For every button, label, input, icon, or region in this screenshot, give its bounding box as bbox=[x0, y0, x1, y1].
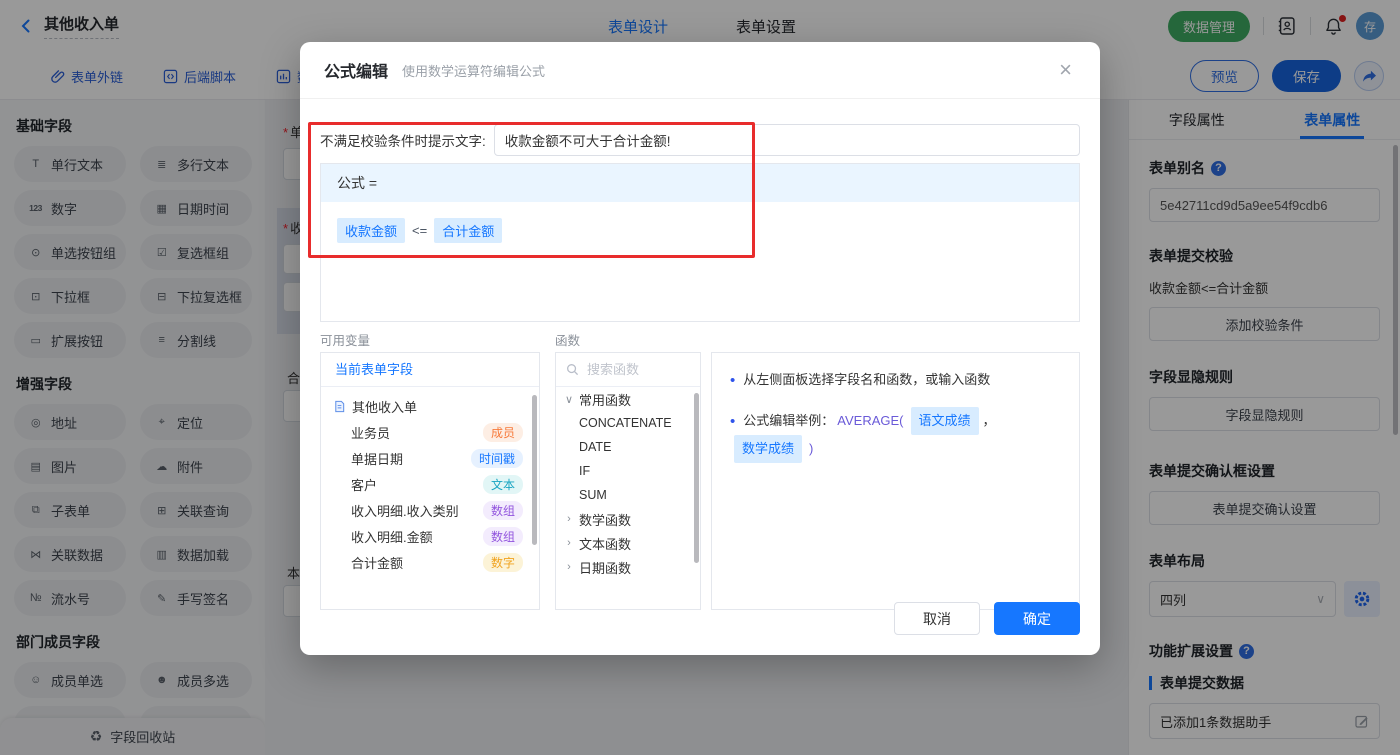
type-badge: 数字 bbox=[482, 552, 523, 572]
variable-name: 合计金额 bbox=[351, 555, 404, 571]
variables-panel: 当前表单字段 其他收入单 业务员 成员 单据日期 时间戳 客户 文本 收入明细.收入类… bbox=[320, 352, 540, 610]
function-group-label: 文本函数 bbox=[579, 536, 632, 552]
function-search-input[interactable] bbox=[585, 361, 673, 378]
example-close-paren: ) bbox=[809, 441, 814, 457]
variables-tree: 其他收入单 业务员 成员 单据日期 时间戳 客户 文本 收入明细.收入类别 数组 收入明… bbox=[321, 387, 539, 575]
variable-row[interactable]: 合计金额 数字 bbox=[321, 549, 539, 575]
variable-name: 客户 bbox=[351, 477, 378, 493]
validation-message-input[interactable] bbox=[493, 124, 1080, 156]
variable-row[interactable]: 客户 文本 bbox=[321, 471, 539, 497]
type-badge: 时间戳 bbox=[470, 448, 523, 468]
variable-row[interactable]: 单据日期 时间戳 bbox=[321, 445, 539, 471]
type-badge: 成员 bbox=[482, 422, 523, 442]
field-chip-left[interactable]: 收款金额 bbox=[337, 218, 406, 243]
function-group-text[interactable]: › 文本函数 bbox=[556, 531, 700, 555]
function-search-row bbox=[556, 353, 700, 387]
hint-line-2: • 公式编辑举例： AVERAGE( 语文成绩 ， 数学成绩 ) bbox=[730, 407, 1061, 464]
hint-text: 公式编辑举例： bbox=[743, 413, 835, 429]
validation-message-label: 不满足校验条件时提示文字: bbox=[320, 134, 486, 149]
confirm-button[interactable]: 确定 bbox=[994, 602, 1080, 635]
bullet-icon: • bbox=[730, 371, 736, 389]
caret-down-icon: ∨ bbox=[564, 393, 574, 406]
function-group-common[interactable]: ∨ 常用函数 bbox=[556, 387, 700, 411]
current-form-fields-tab[interactable]: 当前表单字段 bbox=[321, 353, 539, 387]
operator-text: <= bbox=[412, 223, 428, 238]
variable-name: 收入明细.收入类别 bbox=[351, 503, 459, 519]
function-group-math[interactable]: › 数学函数 bbox=[556, 507, 700, 531]
function-item[interactable]: CONCATENATE bbox=[556, 411, 700, 435]
modal-title: 公式编辑 bbox=[324, 64, 389, 81]
function-group-label: 数学函数 bbox=[579, 512, 632, 528]
caret-right-icon: › bbox=[567, 561, 571, 573]
search-icon bbox=[567, 364, 579, 376]
function-group-date[interactable]: › 日期函数 bbox=[556, 555, 700, 579]
formula-editor: 公式 = 收款金额 <= 合计金额 bbox=[320, 163, 1080, 322]
function-item[interactable]: DATE bbox=[556, 435, 700, 459]
tree-root-row[interactable]: 其他收入单 bbox=[321, 393, 539, 419]
example-field-chip: 语文成绩 bbox=[910, 407, 979, 436]
functions-label: 函数 bbox=[555, 334, 581, 348]
hint-line-1: • 从左侧面板选择字段名和函数，或输入函数 bbox=[730, 369, 1061, 391]
caret-right-icon: › bbox=[567, 513, 571, 525]
formula-header: 公式 = bbox=[321, 164, 1079, 202]
function-group-label: 日期函数 bbox=[579, 560, 632, 576]
separator-text: ， bbox=[982, 413, 996, 429]
variable-row[interactable]: 收入明细.收入类别 数组 bbox=[321, 497, 539, 523]
type-badge: 数组 bbox=[482, 500, 523, 520]
modal-header: 公式编辑 使用数学运算符编辑公式 bbox=[300, 42, 1100, 99]
functions-panel: ∨ 常用函数 CONCATENATE DATE IF SUM › 数学函数 › 文本函… bbox=[555, 352, 701, 610]
variable-name: 单据日期 bbox=[351, 451, 404, 467]
function-item[interactable]: SUM bbox=[556, 483, 700, 507]
variables-label: 可用变量 bbox=[320, 334, 371, 348]
variables-scrollbar[interactable] bbox=[532, 395, 537, 545]
example-function-token: AVERAGE( bbox=[837, 413, 904, 429]
field-chip-right[interactable]: 合计金额 bbox=[434, 218, 503, 243]
function-group-label: 常用函数 bbox=[579, 392, 632, 408]
formula-edit-modal: 公式编辑 使用数学运算符编辑公式 × 不满足校验条件时提示文字: 公式 = 收款… bbox=[300, 42, 1100, 655]
formula-expression[interactable]: 收款金额 <= 合计金额 bbox=[321, 202, 1079, 259]
hint-text: 从左侧面板选择字段名和函数，或输入函数 bbox=[743, 372, 991, 387]
cancel-button[interactable]: 取消 bbox=[894, 602, 980, 635]
validation-message-row: 不满足校验条件时提示文字: bbox=[320, 124, 1080, 156]
bullet-icon: • bbox=[730, 412, 736, 430]
function-item[interactable]: IF bbox=[556, 459, 700, 483]
variable-name: 业务员 bbox=[351, 425, 391, 441]
type-badge: 数组 bbox=[482, 526, 523, 546]
form-designer-app: 其他收入单 表单设计 表单设置 数据管理 存 表单外链 后端脚本 预览 保存 基… bbox=[0, 0, 1400, 755]
variable-row[interactable]: 业务员 成员 bbox=[321, 419, 539, 445]
variable-name: 收入明细.金额 bbox=[351, 529, 433, 545]
functions-scrollbar[interactable] bbox=[694, 393, 699, 563]
example-field-chip: 数学成绩 bbox=[734, 435, 803, 464]
modal-subtitle: 使用数学运算符编辑公式 bbox=[402, 63, 546, 79]
tree-root-label: 其他收入单 bbox=[352, 399, 418, 415]
close-icon[interactable]: × bbox=[1053, 58, 1078, 82]
document-icon bbox=[335, 400, 345, 412]
type-badge: 文本 bbox=[482, 474, 523, 494]
hints-panel: • 从左侧面板选择字段名和函数，或输入函数 • 公式编辑举例： AVERAGE(… bbox=[711, 352, 1080, 610]
modal-footer: 取消 确定 bbox=[894, 602, 1080, 635]
caret-right-icon: › bbox=[567, 537, 571, 549]
variable-row[interactable]: 收入明细.金额 数组 bbox=[321, 523, 539, 549]
